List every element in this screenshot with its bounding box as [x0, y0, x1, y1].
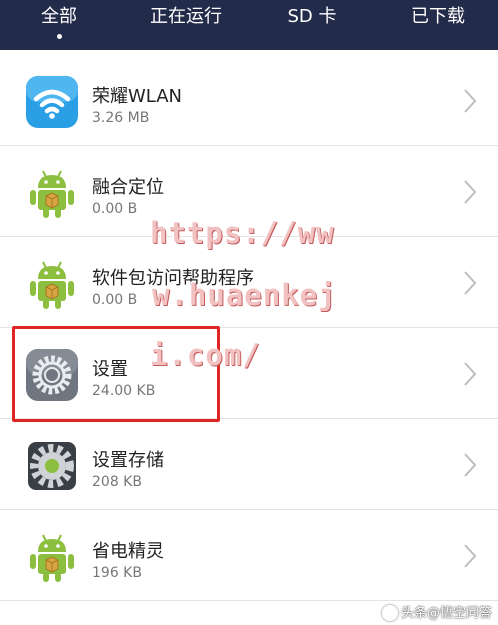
wifi-icon — [26, 76, 78, 128]
active-tab-indicator — [57, 34, 62, 39]
app-size: 0.00 B — [92, 201, 138, 217]
app-size: 3.26 MB — [92, 110, 150, 126]
chevron-right-icon — [464, 271, 477, 295]
tab-running-label: 正在运行 — [150, 6, 222, 27]
corner-watermark: 头条@悟空问答 — [381, 602, 492, 621]
settings-storage-icon — [28, 442, 76, 490]
chevron-right-icon — [464, 89, 477, 113]
list-item[interactable]: 省电精灵 196 KB — [0, 511, 498, 601]
tab-downloaded-label: 已下载 — [411, 6, 465, 27]
android-icon — [30, 170, 74, 218]
tab-sd-card[interactable]: SD 卡 — [272, 4, 352, 44]
chevron-right-icon — [464, 453, 477, 477]
android-icon — [30, 261, 74, 309]
list-item[interactable]: 设置存储 208 KB — [0, 420, 498, 510]
watermark-url-line: https://ww — [150, 216, 335, 250]
tab-all[interactable]: 全部 — [22, 4, 96, 44]
app-name: 荣耀WLAN — [92, 86, 183, 107]
tab-sd-card-label: SD 卡 — [287, 6, 337, 27]
list-item[interactable]: 荣耀WLAN 3.26 MB — [0, 56, 498, 146]
app-size: 208 KB — [92, 474, 142, 490]
watermark-logo-icon — [381, 605, 398, 621]
app-name: 设置存储 — [92, 450, 164, 471]
app-name: 省电精灵 — [92, 541, 164, 562]
chevron-right-icon — [464, 362, 477, 386]
app-name: 融合定位 — [92, 177, 164, 198]
app-size: 0.00 B — [92, 292, 138, 308]
tab-running[interactable]: 正在运行 — [140, 4, 232, 44]
tab-all-label: 全部 — [41, 6, 77, 27]
app-size: 196 KB — [92, 565, 142, 581]
chevron-right-icon — [464, 180, 477, 204]
corner-watermark-text: 头条@悟空问答 — [400, 605, 492, 621]
tab-bar: 全部 正在运行 SD 卡 已下载 — [0, 0, 498, 50]
android-icon — [30, 534, 74, 582]
watermark-url-line: w.huaenkej — [152, 278, 337, 312]
tab-downloaded[interactable]: 已下载 — [396, 4, 480, 44]
chevron-right-icon — [464, 544, 477, 568]
watermark-url-line: i.com/ — [150, 338, 261, 372]
